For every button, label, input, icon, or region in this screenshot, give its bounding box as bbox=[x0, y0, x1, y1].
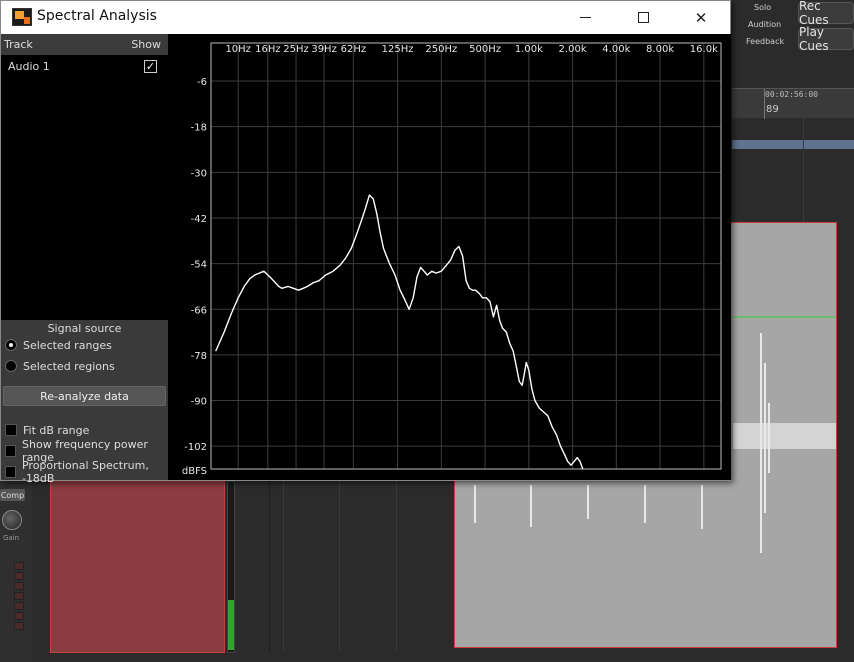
fader-cell bbox=[14, 562, 24, 570]
timeline-ruler[interactable]: 00:02:56:00 89 bbox=[732, 88, 854, 119]
track-name: Audio 1 bbox=[8, 60, 50, 73]
fader-cell bbox=[14, 572, 24, 580]
left-panel: Track Show Audio 1 ✓ Signal source Selec… bbox=[1, 34, 169, 485]
grid-line bbox=[803, 118, 804, 222]
show-frequency-power-range-checkbox[interactable] bbox=[5, 445, 17, 457]
spectral-analysis-window[interactable]: Spectral Analysis ✕ Track Show Audio 1 ✓… bbox=[0, 0, 731, 485]
comp-button[interactable]: Comp bbox=[0, 489, 25, 501]
track-show-checkbox[interactable]: ✓ bbox=[144, 60, 157, 73]
close-button[interactable]: ✕ bbox=[672, 1, 730, 34]
grid-line bbox=[396, 481, 397, 652]
range-selection-band[interactable] bbox=[732, 140, 854, 149]
selected-regions-option[interactable]: Selected regions bbox=[5, 357, 115, 375]
y-tick-label: -42 bbox=[191, 214, 207, 225]
title-bar[interactable]: Spectral Analysis ✕ bbox=[1, 1, 730, 34]
show-column-header: Show bbox=[131, 38, 161, 51]
x-tick-label: 125Hz bbox=[382, 44, 414, 55]
signal-source-label: Signal source bbox=[47, 322, 122, 335]
x-tick-label: 1.00k bbox=[515, 44, 543, 55]
track-list-header: Track Show bbox=[1, 34, 168, 55]
y-tick-label: -18 bbox=[191, 123, 207, 134]
minimize-button[interactable] bbox=[556, 1, 614, 34]
fader-cell bbox=[14, 612, 24, 620]
y-tick-label: -78 bbox=[191, 351, 207, 362]
reanalyze-button[interactable]: Re-analyze data bbox=[3, 386, 166, 406]
spectrum-chart-svg: 10Hz 16Hz 25Hz 39Hz 62Hz 125Hz 250Hz 500Hz 1.00k… bbox=[182, 42, 722, 477]
y-tick-label: -30 bbox=[191, 168, 207, 179]
feedback-label[interactable]: Feedback bbox=[746, 37, 784, 46]
ruler-timecode: 00:02:56:00 bbox=[765, 90, 818, 99]
play-cues-button[interactable]: Play Cues bbox=[798, 25, 854, 53]
y-tick-label: -90 bbox=[191, 397, 207, 408]
spectrum-plot[interactable]: 10Hz 16Hz 25Hz 39Hz 62Hz 125Hz 250Hz 500Hz 1.00k… bbox=[169, 34, 731, 480]
show-frequency-power-range-option[interactable]: Show frequency power range bbox=[5, 438, 168, 464]
x-tick-label: 2.00k bbox=[559, 44, 587, 55]
app-icon bbox=[12, 8, 32, 26]
fader-cell bbox=[14, 622, 24, 630]
x-tick-label: 62Hz bbox=[341, 44, 367, 55]
fader-cell bbox=[14, 582, 24, 590]
x-tick-label: 25Hz bbox=[283, 44, 309, 55]
y-axis-label: dBFS bbox=[182, 466, 207, 477]
ruler-bar-number: 89 bbox=[766, 104, 779, 115]
selected-regions-radio[interactable] bbox=[5, 360, 17, 372]
track-column-header: Track bbox=[4, 38, 33, 51]
x-tick-label: 8.00k bbox=[646, 44, 674, 55]
analysis-controls: Signal source Selected ranges Selected r… bbox=[1, 320, 168, 485]
selected-regions-label: Selected regions bbox=[23, 359, 115, 373]
minimize-icon bbox=[579, 17, 591, 18]
y-tick-label: -54 bbox=[191, 260, 207, 271]
fit-db-range-checkbox[interactable] bbox=[5, 424, 17, 436]
x-tick-label: 500Hz bbox=[469, 44, 501, 55]
maximize-icon bbox=[637, 12, 649, 23]
y-tick-label: -6 bbox=[197, 77, 207, 88]
grid-line bbox=[269, 481, 270, 652]
window-title: Spectral Analysis bbox=[37, 8, 157, 24]
audio-region-left[interactable] bbox=[50, 481, 225, 653]
track-row[interactable]: Audio 1 ✓ bbox=[1, 56, 168, 76]
grid-line bbox=[339, 481, 340, 652]
fader-cell bbox=[14, 592, 24, 600]
audition-label[interactable]: Audition bbox=[748, 20, 781, 29]
solo-label[interactable]: Solo bbox=[754, 3, 771, 12]
plot-frame bbox=[210, 42, 722, 470]
gain-label: Gain bbox=[3, 534, 20, 542]
proportional-spectrum-checkbox[interactable] bbox=[5, 466, 16, 478]
maximize-button[interactable] bbox=[614, 1, 672, 34]
gain-knob[interactable] bbox=[2, 510, 22, 530]
selected-ranges-radio[interactable] bbox=[5, 339, 17, 351]
selected-ranges-label: Selected ranges bbox=[23, 338, 112, 352]
x-tick-label: 16Hz bbox=[255, 44, 281, 55]
spectrum-line bbox=[215, 194, 584, 470]
selected-ranges-option[interactable]: Selected ranges bbox=[5, 336, 112, 354]
x-tick-label: 10Hz bbox=[225, 44, 251, 55]
proportional-spectrum-option[interactable]: Proportional Spectrum, -18dB bbox=[5, 459, 168, 485]
proportional-spectrum-label: Proportional Spectrum, -18dB bbox=[21, 459, 149, 485]
rec-cues-button[interactable]: Rec Cues bbox=[798, 0, 854, 27]
y-tick-label: -102 bbox=[184, 442, 207, 453]
fit-db-range-label: Fit dB range bbox=[23, 423, 90, 437]
fader-cell bbox=[14, 602, 24, 610]
y-tick-label: -66 bbox=[191, 305, 207, 316]
grid-line bbox=[283, 481, 284, 652]
x-tick-label: 16.0k bbox=[690, 44, 718, 55]
x-tick-label: 250Hz bbox=[425, 44, 457, 55]
x-tick-label: 39Hz bbox=[311, 44, 337, 55]
fit-db-range-option[interactable]: Fit dB range bbox=[5, 421, 89, 439]
close-icon: ✕ bbox=[694, 8, 708, 27]
x-tick-label: 4.00k bbox=[602, 44, 630, 55]
level-meter-fill bbox=[228, 600, 234, 650]
